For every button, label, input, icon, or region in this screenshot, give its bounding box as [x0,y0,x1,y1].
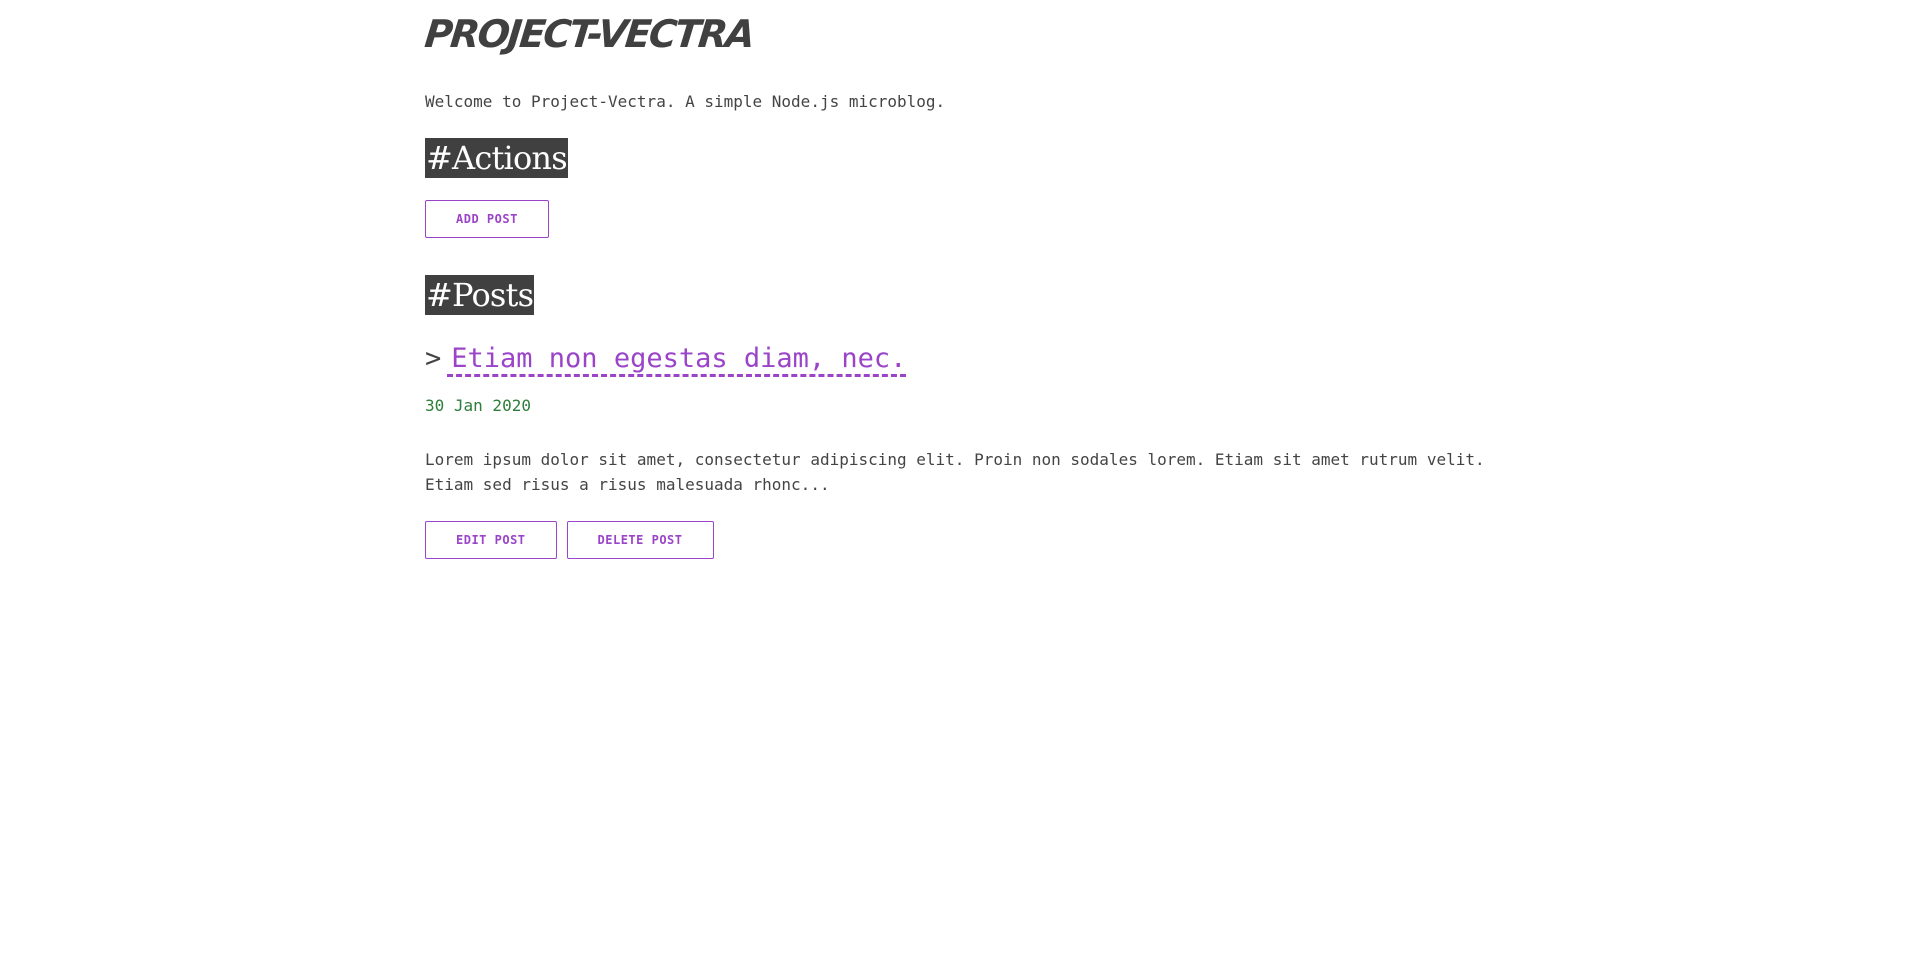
post-excerpt-line: Lorem ipsum dolor sit amet, consectetur … [425,450,1485,469]
post-title-link[interactable]: Etiam non egestas diam, nec. [447,343,907,377]
actions-heading: #Actions [425,138,568,178]
posts-section: #Posts [425,275,1545,315]
actions-buttons: ADD POST [425,200,1545,238]
welcome-text: Welcome to Project-Vectra. A simple Node… [425,92,946,111]
edit-post-button[interactable]: EDIT POST [425,521,557,559]
main-content: PROJECT-VECTRA Welcome to Project-Vectra… [422,0,1545,559]
post-title-row: > Etiam non egestas diam, nec. [425,340,1545,378]
site-title: PROJECT-VECTRA [422,12,756,56]
delete-post-button[interactable]: DELETE POST [566,521,714,559]
post-title-prefix: > [425,343,442,374]
post-date: 30 Jan 2020 [425,396,531,415]
page: PROJECT-VECTRA Welcome to Project-Vectra… [0,0,1920,966]
add-post-button[interactable]: ADD POST [425,200,549,238]
post-excerpt: Lorem ipsum dolor sit amet, consectetur … [425,447,1525,497]
post-actions: EDIT POST DELETE POST [425,521,1545,559]
post-item: > Etiam non egestas diam, nec. 30 Jan 202… [425,340,1545,559]
posts-heading: #Posts [425,275,535,315]
actions-section: #Actions [425,138,1545,178]
post-excerpt-line: Etiam sed risus a risus malesuada rhonc.… [425,475,830,494]
